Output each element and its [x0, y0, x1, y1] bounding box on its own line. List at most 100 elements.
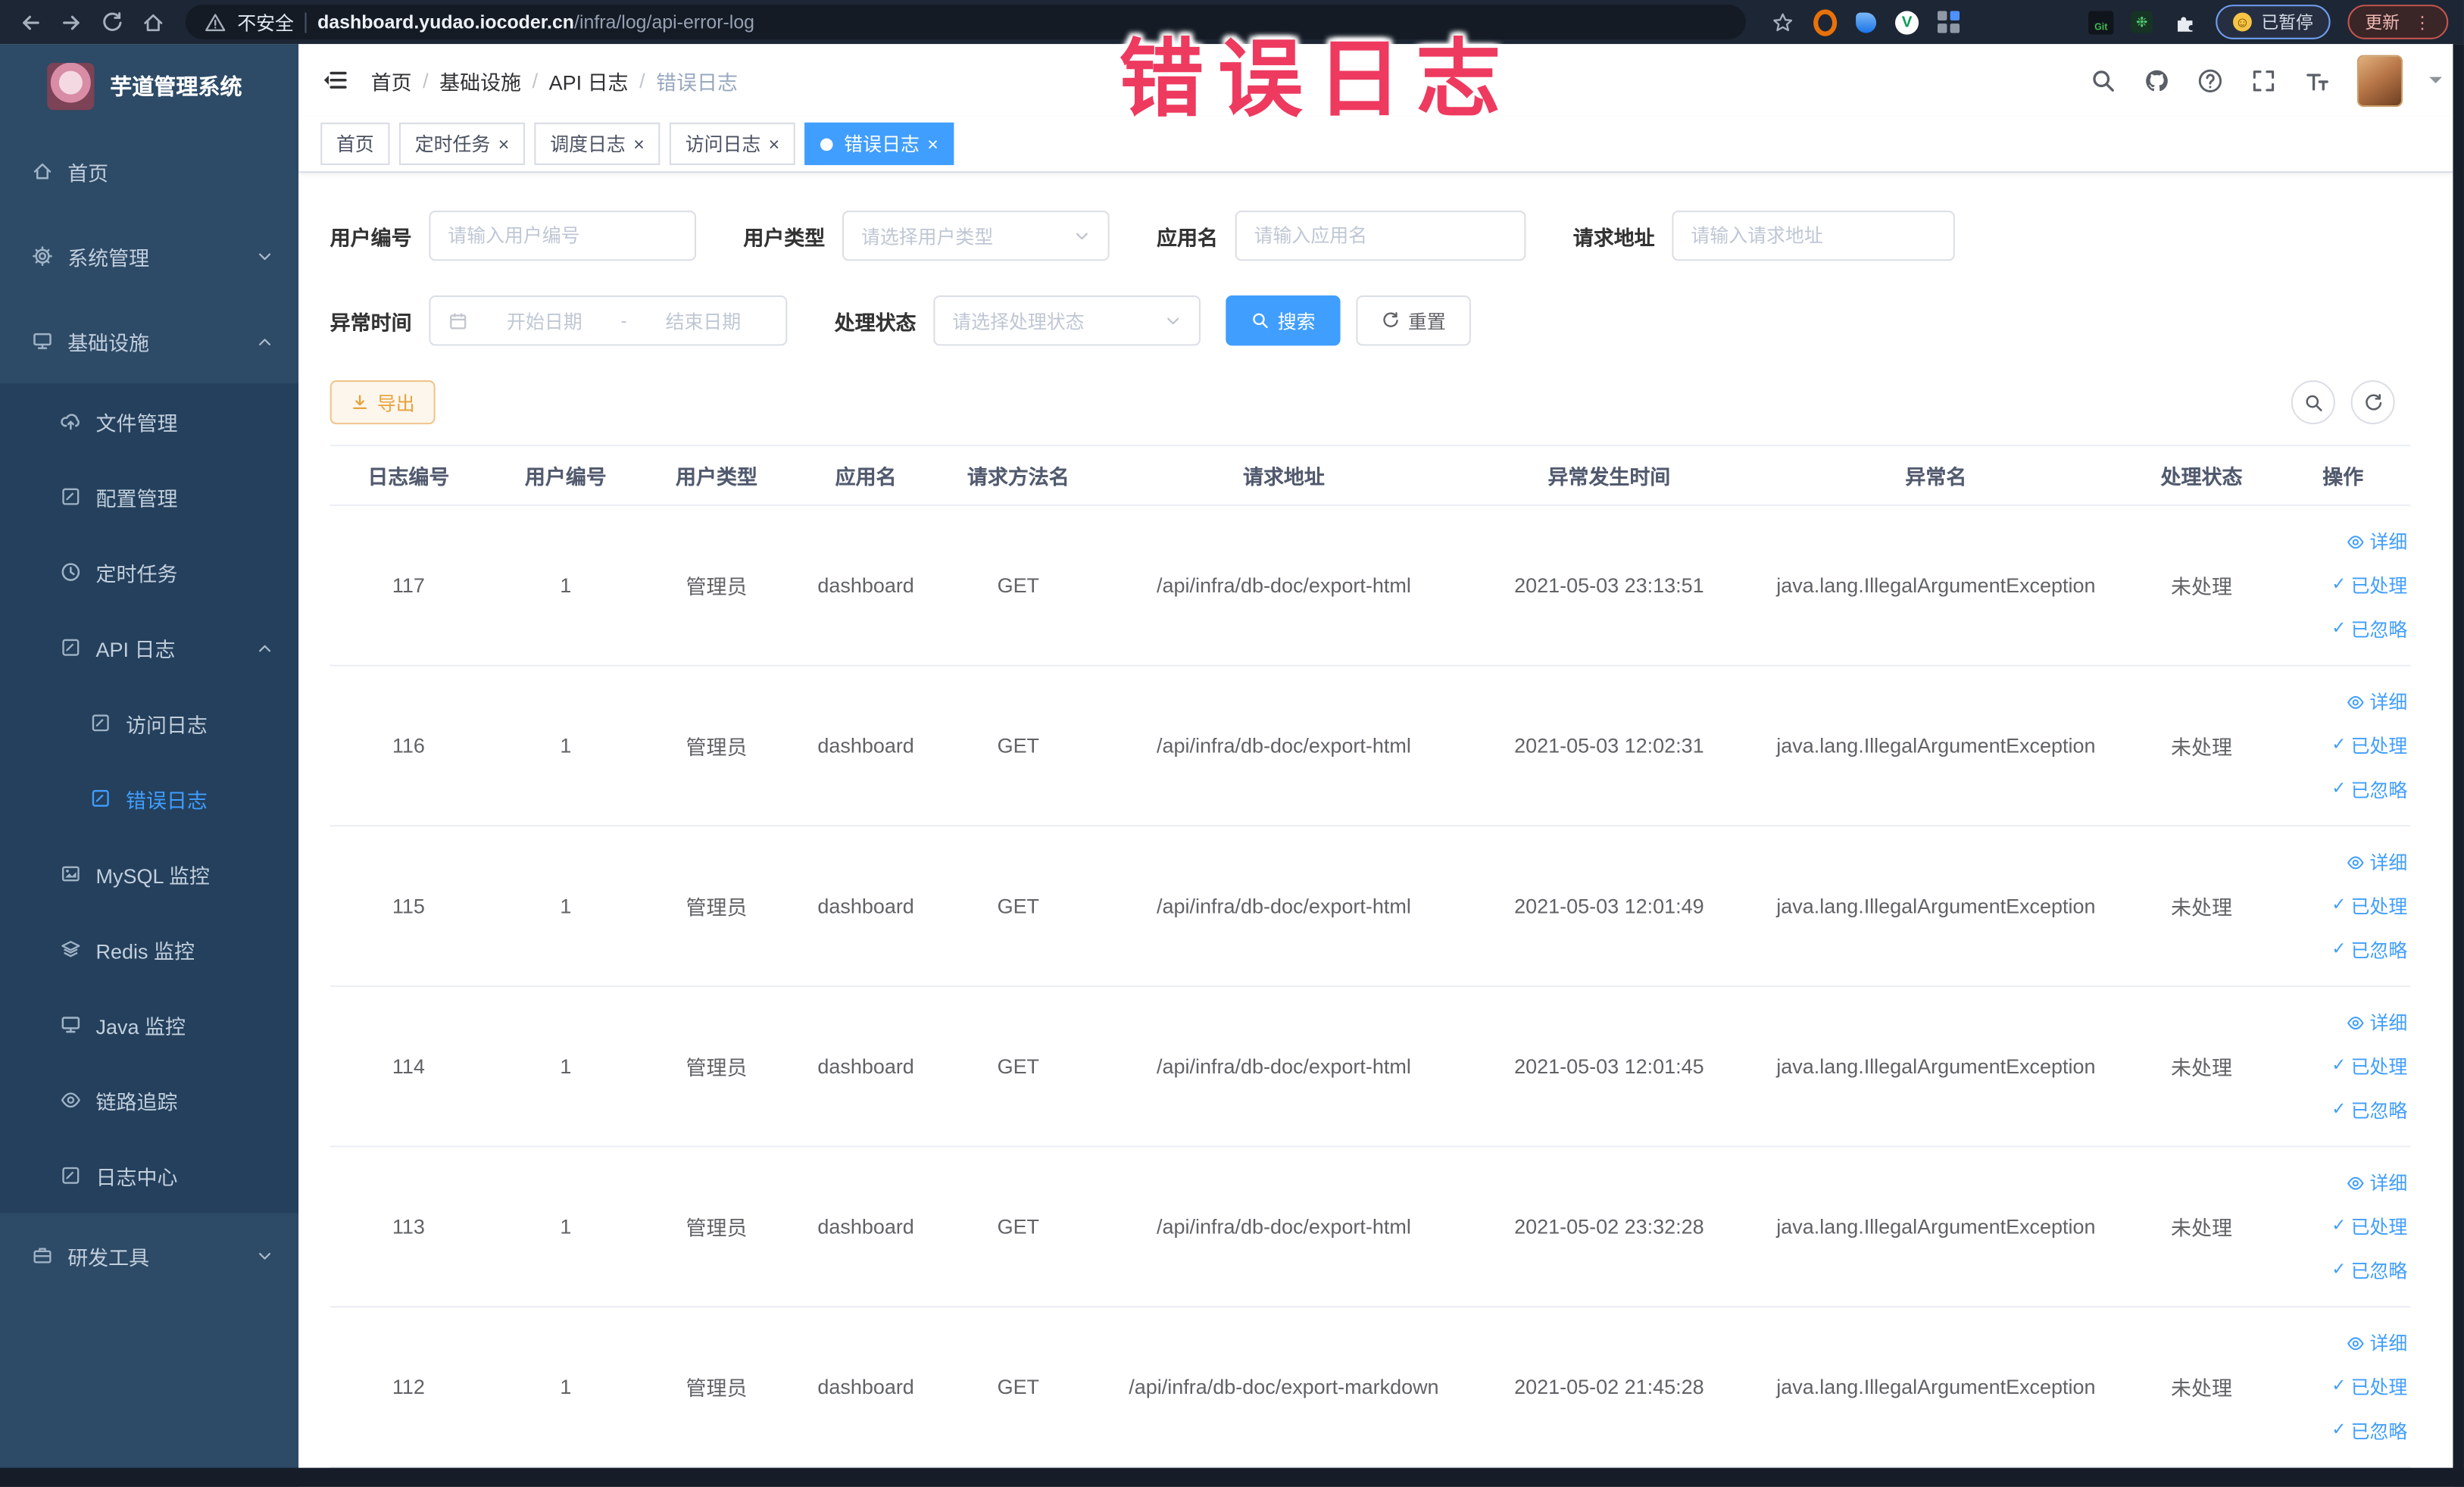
ignored-link[interactable]: ✓ 已忽略 — [2331, 616, 2407, 642]
tab-调度日志[interactable]: 调度日志 × — [534, 122, 661, 165]
app-name-input[interactable] — [1235, 210, 1526, 261]
processed-link[interactable]: ✓ 已处理 — [2331, 1373, 2407, 1400]
filter-user-type: 用户类型 请选择用户类型 — [743, 210, 1110, 261]
ignored-link[interactable]: ✓ 已忽略 — [2331, 1417, 2407, 1444]
extension-vue-devtools-icon[interactable]: V — [1894, 10, 1919, 34]
user-id-input[interactable] — [429, 210, 697, 261]
close-tab-icon[interactable]: × — [633, 134, 645, 153]
toggle-search-button[interactable] — [2291, 380, 2335, 425]
sidebar-item-error-log[interactable]: 错误日志 — [0, 761, 299, 836]
processed-link[interactable]: ✓ 已处理 — [2331, 1214, 2407, 1240]
exception-time-range-picker[interactable]: 开始日期 - 结束日期 — [429, 295, 788, 346]
close-tab-icon[interactable]: × — [927, 134, 938, 153]
cell-actions: 详细 ✓ 已处理 ✓ 已忽略 — [2275, 848, 2410, 963]
cloud-upload-icon — [60, 410, 82, 432]
page-url[interactable]: dashboard.yudao.iocoder.cn/infra/log/api… — [317, 11, 754, 33]
fullscreen-icon[interactable] — [2250, 67, 2277, 93]
refresh-table-button[interactable] — [2350, 380, 2395, 425]
breadcrumb-item[interactable]: 基础设施 — [439, 65, 521, 95]
ignored-link[interactable]: ✓ 已忽略 — [2331, 776, 2407, 803]
search-icon[interactable] — [2090, 67, 2116, 93]
sidebar-item-home[interactable]: 首页 — [0, 129, 298, 214]
tab-首页[interactable]: 首页 — [320, 122, 390, 165]
detail-link[interactable]: 详细 — [2346, 528, 2407, 555]
sidebar-item-redis-monitor[interactable]: Redis 监控 — [0, 911, 299, 987]
user-type-select[interactable]: 请选择用户类型 — [842, 210, 1110, 261]
reset-button[interactable]: 重置 — [1356, 295, 1471, 346]
close-tab-icon[interactable]: × — [498, 134, 510, 153]
ignored-link[interactable]: ✓ 已忽略 — [2331, 936, 2407, 963]
sidebar-item-log-center[interactable]: 日志中心 — [0, 1138, 299, 1214]
browser-update-button[interactable]: 更新 ⋮ — [2347, 5, 2449, 39]
request-url-input[interactable] — [1672, 210, 1955, 261]
filter-row-2: 异常时间 开始日期 - 结束日期 处理状态 请选择处理状态 搜索 重置 — [329, 295, 2433, 346]
extension-orange-icon[interactable] — [1813, 8, 1838, 36]
browser-reload-button[interactable] — [98, 8, 126, 36]
sidebar-item-dev-tools[interactable]: 研发工具 — [0, 1214, 298, 1298]
sidebar-item-infrastructure[interactable]: 基础设施 — [0, 298, 298, 383]
export-button[interactable]: 导出 — [329, 380, 436, 425]
chevron-down-icon — [1073, 227, 1091, 245]
browser-forward-button[interactable] — [57, 8, 85, 36]
github-icon[interactable] — [2144, 67, 2170, 93]
processed-link[interactable]: ✓ 已处理 — [2331, 733, 2407, 759]
processed-link[interactable]: ✓ 已处理 — [2331, 892, 2407, 919]
processed-link[interactable]: ✓ 已处理 — [2331, 1053, 2407, 1079]
process-status-select[interactable]: 请选择处理状态 — [933, 295, 1201, 346]
close-tab-icon[interactable]: × — [769, 134, 780, 153]
exception-time-label: 异常时间 — [329, 310, 412, 334]
sidebar-item-label: API 日志 — [95, 637, 176, 661]
tab-定时任务[interactable]: 定时任务 × — [398, 122, 526, 165]
cell-url: /api/infra/db-doc/export-html — [1157, 894, 1411, 918]
detail-link[interactable]: 详细 — [2346, 1329, 2407, 1356]
detail-link[interactable]: 详细 — [2346, 848, 2407, 875]
sidebar-item-scheduled-jobs[interactable]: 定时任务 — [0, 534, 299, 610]
ignored-link[interactable]: ✓ 已忽略 — [2331, 1257, 2407, 1284]
bookmark-star-icon[interactable] — [1768, 8, 1796, 36]
sidebar-item-tracing[interactable]: 链路追踪 — [0, 1062, 299, 1139]
user-avatar[interactable] — [2356, 54, 2403, 107]
extension-plant-icon[interactable]: ❉ — [2131, 11, 2153, 33]
tab-访问日志[interactable]: 访问日志 × — [669, 122, 795, 165]
ignored-link[interactable]: ✓ 已忽略 — [2331, 1097, 2407, 1123]
caret-down-icon[interactable] — [2429, 77, 2442, 90]
action-label: 已处理 — [2350, 735, 2408, 758]
help-icon[interactable] — [2197, 67, 2223, 93]
filter-row-1: 用户编号 用户类型 请选择用户类型 应用名 — [330, 210, 2433, 261]
cell-app-name: dashboard — [817, 1054, 914, 1079]
extensions-puzzle-icon[interactable] — [2170, 8, 2198, 36]
sidebar-item-system-mgmt[interactable]: 系统管理 — [0, 214, 298, 298]
browser-back-button[interactable] — [16, 8, 44, 36]
security-warning-icon[interactable] — [205, 8, 226, 36]
breadcrumb-item[interactable]: 首页 — [371, 65, 412, 95]
search-button[interactable]: 搜索 — [1226, 295, 1341, 346]
sidebar-logo-row[interactable]: 芋道管理系统 — [0, 44, 298, 129]
extension-grid-icon[interactable] — [1936, 10, 1960, 34]
detail-link[interactable]: 详细 — [2346, 1170, 2407, 1196]
sidebar-item-config-mgmt[interactable]: 配置管理 — [0, 458, 299, 535]
extension-paused-pill[interactable]: ☺ 已暂停 — [2216, 5, 2331, 39]
cell-method: GET — [997, 733, 1040, 758]
sidebar-item-java-monitor[interactable]: Java 监控 — [0, 986, 299, 1063]
security-label[interactable]: 不安全 — [237, 8, 294, 35]
browser-home-button[interactable] — [139, 8, 167, 36]
cell-id: 112 — [392, 1375, 425, 1399]
font-size-icon[interactable] — [2303, 67, 2330, 93]
sidebar-item-mysql-monitor[interactable]: MySQL 监控 — [0, 836, 299, 912]
sidebar-item-access-log[interactable]: 访问日志 — [0, 685, 299, 761]
breadcrumb: 首页 / 基础设施 / API 日志 / 错误日志 — [371, 65, 738, 95]
sidebar-item-api-log[interactable]: API 日志 — [0, 609, 299, 686]
extension-blue-icon[interactable] — [1854, 10, 1878, 33]
filter-app-name: 应用名 — [1157, 210, 1526, 261]
cell-url: /api/infra/db-doc/export-html — [1157, 573, 1411, 598]
tab-错误日志[interactable]: 错误日志 × — [804, 122, 954, 165]
detail-link[interactable]: 详细 — [2346, 1009, 2407, 1036]
more-options-icon[interactable]: ⋮ — [2414, 12, 2431, 33]
breadcrumb-item[interactable]: API 日志 — [549, 65, 629, 95]
column-header: 异常发生时间 — [1547, 465, 1671, 489]
sidebar-collapse-button[interactable] — [320, 66, 348, 94]
processed-link[interactable]: ✓ 已处理 — [2331, 572, 2407, 598]
detail-link[interactable]: 详细 — [2346, 689, 2407, 715]
sidebar-item-file-mgmt[interactable]: 文件管理 — [0, 383, 299, 459]
extension-git-icon[interactable]: Git — [2088, 10, 2114, 34]
